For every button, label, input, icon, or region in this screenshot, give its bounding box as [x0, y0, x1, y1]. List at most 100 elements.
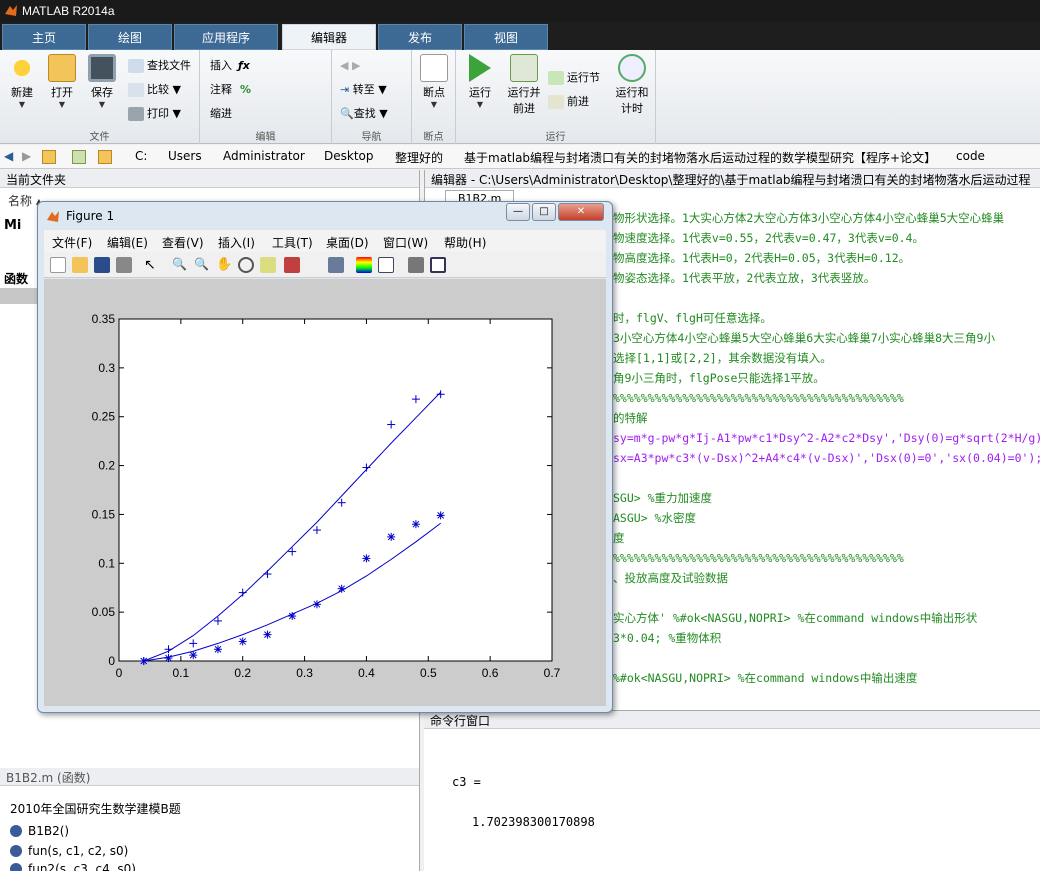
tab-view[interactable]: 视图: [464, 24, 548, 50]
command-window[interactable]: 命令行窗口 c3 = 1.702398300170898: [424, 710, 1040, 871]
back-icon[interactable]: ◀: [4, 149, 13, 163]
ribbon-group-run: 运行 ▼ 运行并 前进 运行节 前进 运行和 计时 运行: [456, 50, 656, 144]
y-tick-label: 0.3: [98, 361, 115, 375]
compare-button[interactable]: 比较 ▼: [128, 80, 181, 100]
y-tick-label: 0.25: [92, 410, 116, 424]
zoom-in-icon[interactable]: 🔍: [172, 257, 188, 273]
link-plot-icon[interactable]: [328, 257, 344, 273]
menu-tools[interactable]: 工具(T): [272, 234, 313, 251]
menu-help[interactable]: 帮助(H): [444, 234, 486, 251]
command-window-header: 命令行窗口: [424, 711, 1040, 729]
legend-icon[interactable]: [378, 257, 394, 273]
y-tick-label: 0.15: [92, 507, 116, 521]
search-icon: 🔍: [340, 107, 354, 120]
figure-canvas[interactable]: 0 0.1 0.2 0.3 0.4 0.5 0.6 0.7 0 0.05 0.1 0.15 0.2 0.2…: [44, 279, 606, 706]
minimize-button[interactable]: —: [506, 203, 530, 221]
tab-editor[interactable]: 编辑器: [282, 24, 376, 50]
function-item[interactable]: B1B2(): [10, 824, 69, 838]
tab-plots[interactable]: 绘图: [88, 24, 172, 50]
plot-axes-box: [118, 318, 553, 662]
plot-svg[interactable]: 0 0.1 0.2 0.3 0.4 0.5 0.6 0.7 0 0.05 0.1 0.15 0.2 0.2…: [44, 279, 606, 706]
folder-icon: [48, 54, 76, 82]
save-button[interactable]: 保存 ▼: [82, 54, 122, 109]
print-button[interactable]: 打印 ▼: [128, 104, 181, 124]
menu-insert[interactable]: 插入(I): [218, 234, 255, 251]
find-button[interactable]: 🔍查找 ▼: [340, 104, 388, 124]
close-button[interactable]: ✕: [558, 203, 604, 221]
figure-menubar: 文件(F) 编辑(E) 查看(V) 插入(I) 工具(T) 桌面(D) 窗口(W…: [44, 230, 606, 252]
compare-icon: [128, 83, 144, 97]
run-section-button[interactable]: 运行节: [548, 68, 600, 88]
new-button[interactable]: 新建 ▼: [2, 54, 42, 109]
fx-icon[interactable]: ƒx: [238, 56, 250, 76]
hide-plot-tools-icon[interactable]: [408, 257, 424, 273]
path-segment[interactable]: Users: [168, 149, 202, 163]
print-icon[interactable]: [116, 257, 132, 273]
rotate-icon[interactable]: [238, 257, 254, 273]
run-advance-button[interactable]: 运行并 前进: [502, 54, 546, 116]
data-cursor-icon[interactable]: [260, 257, 276, 273]
menu-view[interactable]: 查看(V): [162, 234, 204, 251]
ribbon-group-edit: 插入 ƒx 注释 % 缩进 编辑: [200, 50, 332, 144]
zoom-out-icon[interactable]: 🔍: [194, 257, 210, 273]
back-forward-icon[interactable]: ◀ ▶: [340, 56, 360, 76]
menu-file[interactable]: 文件(F): [52, 234, 92, 251]
tab-home[interactable]: 主页: [2, 24, 86, 50]
run-time-button[interactable]: 运行和 计时: [610, 54, 654, 116]
menu-desktop[interactable]: 桌面(D): [326, 234, 369, 251]
x-tick-label: 0.4: [358, 666, 375, 680]
data-point-1: [238, 637, 247, 646]
path-segment[interactable]: 整理好的: [395, 149, 443, 166]
run-button[interactable]: 运行 ▼: [460, 54, 500, 109]
menu-edit[interactable]: 编辑(E): [107, 234, 148, 251]
function-item[interactable]: fun2(s, c3, c4, s0): [10, 862, 136, 871]
function-icon: [10, 825, 22, 837]
maximize-button[interactable]: □: [532, 203, 556, 221]
open-icon[interactable]: [72, 257, 88, 273]
y-tick-label: 0: [108, 654, 115, 668]
truncated-item[interactable]: Mi: [4, 218, 21, 233]
comment-button[interactable]: 注释: [210, 80, 232, 100]
x-tick-label: 0.6: [482, 666, 499, 680]
browse-folder-icon[interactable]: [72, 150, 86, 164]
path-segment[interactable]: Administrator: [223, 149, 305, 163]
function-icon: [10, 863, 22, 871]
path-segment[interactable]: code: [956, 149, 985, 163]
insert-button[interactable]: 插入: [210, 56, 232, 76]
pan-icon[interactable]: ✋: [216, 257, 232, 273]
goto-icon: ⇥: [340, 83, 353, 96]
path-segment[interactable]: C:: [135, 149, 147, 163]
function-item[interactable]: fun(s, c1, c2, s0): [10, 844, 128, 858]
breakpoints-button[interactable]: 断点 ▼: [414, 54, 454, 109]
indent-button[interactable]: 缩进: [210, 104, 232, 124]
path-segment[interactable]: 基于matlab编程与封堵溃口有关的封堵物落水后运动过程的数学模型研究【程序+论…: [464, 149, 936, 166]
ribbon-group-file: 新建 ▼ 打开 ▼ 保存 ▼ 查找文件 比较 ▼ 打印 ▼ 文件: [0, 50, 200, 144]
path-segment[interactable]: Desktop: [324, 149, 374, 163]
window-title: MATLAB R2014a: [22, 4, 115, 18]
pointer-icon[interactable]: ↖: [144, 257, 160, 273]
print-icon: [128, 107, 144, 121]
brush-icon[interactable]: [284, 257, 300, 273]
colorbar-icon[interactable]: [356, 257, 372, 273]
new-figure-icon[interactable]: [50, 257, 66, 273]
save-icon[interactable]: [94, 257, 110, 273]
comment-percent-icon[interactable]: %: [240, 80, 251, 100]
tab-apps[interactable]: 应用程序: [174, 24, 278, 50]
show-plot-tools-icon[interactable]: [430, 257, 446, 273]
open-button[interactable]: 打开 ▼: [42, 54, 82, 109]
data-point-1: [164, 654, 173, 663]
figure-window[interactable]: Figure 1 — □ ✕ 文件(F) 编辑(E) 查看(V) 插入(I) 工…: [37, 201, 613, 713]
goto-button[interactable]: ⇥ 转至 ▼: [340, 80, 387, 100]
data-point-1: [213, 645, 222, 654]
find-files-button[interactable]: 查找文件: [128, 56, 191, 76]
forward-icon[interactable]: ▶: [22, 149, 31, 163]
tab-publish[interactable]: 发布: [378, 24, 462, 50]
x-tick-label: 0.2: [234, 666, 251, 680]
run-advance-icon: [510, 54, 538, 82]
up-folder-icon[interactable]: [42, 150, 56, 164]
address-bar[interactable]: ◀ ▶ C: Users Administrator Desktop 整理好的 …: [0, 145, 1040, 169]
advance-button[interactable]: 前进: [548, 92, 589, 112]
menu-window[interactable]: 窗口(W): [383, 234, 428, 251]
matlab-logo-icon: [47, 211, 59, 222]
x-tick-label: 0.5: [420, 666, 437, 680]
